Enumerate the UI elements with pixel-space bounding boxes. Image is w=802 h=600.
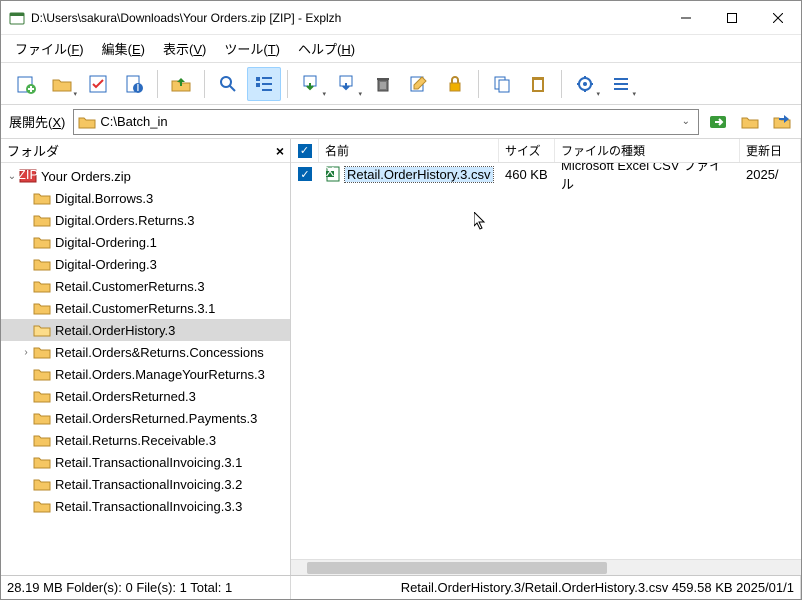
delete-button[interactable]: [366, 67, 400, 101]
tree-item[interactable]: Retail.TransactionalInvoicing.3.1: [1, 451, 290, 473]
tree-item[interactable]: Retail.OrdersReturned.Payments.3: [1, 407, 290, 429]
tree-view-button[interactable]: [247, 67, 281, 101]
scrollbar-thumb[interactable]: [307, 562, 607, 574]
maximize-button[interactable]: [709, 2, 755, 34]
copy-button[interactable]: [485, 67, 519, 101]
path-input[interactable]: [100, 114, 673, 129]
export-button[interactable]: [769, 109, 795, 135]
column-checkbox[interactable]: ✓: [291, 139, 319, 162]
folder-tree[interactable]: ⌄ZIPYour Orders.zipDigital.Borrows.3Digi…: [1, 163, 290, 575]
tree-item[interactable]: Retail.CustomerReturns.3: [1, 275, 290, 297]
folder-tree-panel: フォルダ × ⌄ZIPYour Orders.zipDigital.Borrow…: [1, 139, 291, 575]
menubar: ファイル(F) 編集(E) 表示(V) ツール(T) ヘルプ(H): [1, 35, 801, 63]
toolbar: ▾ i ▾ ▾ ▾ ▾: [1, 63, 801, 105]
file-modified: 2025/: [740, 163, 801, 185]
tree-root[interactable]: ⌄ZIPYour Orders.zip: [1, 165, 290, 187]
file-row[interactable]: ✓ X Retail.OrderHistory.3.csv 460 KB Micr…: [291, 163, 801, 185]
svg-text:i: i: [137, 79, 140, 94]
svg-text:X: X: [326, 166, 335, 179]
file-size: 460 KB: [499, 163, 555, 185]
toolbar-separator: [561, 70, 562, 98]
folder-icon: [78, 115, 96, 129]
tree-item[interactable]: Retail.Orders.ManageYourReturns.3: [1, 363, 290, 385]
toolbar-separator: [204, 70, 205, 98]
tree-item[interactable]: Retail.OrdersReturned.3: [1, 385, 290, 407]
extract-button[interactable]: ▾: [294, 67, 328, 101]
search-button[interactable]: [211, 67, 245, 101]
settings-button[interactable]: ▾: [568, 67, 602, 101]
menu-view[interactable]: 表示(V): [155, 35, 214, 62]
tree-item[interactable]: Retail.OrderHistory.3: [1, 319, 290, 341]
file-list-panel: ✓ 名前 サイズ ファイルの種類 更新日 ✓ X Retail.OrderHist…: [291, 139, 801, 575]
tree-item[interactable]: Retail.CustomerReturns.3.1: [1, 297, 290, 319]
pathbar: 展開先(X) ⌄: [1, 105, 801, 139]
tree-item[interactable]: ›Retail.Orders&Returns.Concessions: [1, 341, 290, 363]
menu-tool[interactable]: ツール(T): [216, 35, 288, 62]
window-title: D:\Users\sakura\Downloads\Your Orders.zi…: [31, 11, 663, 25]
toolbar-separator: [157, 70, 158, 98]
new-archive-button[interactable]: [9, 67, 43, 101]
path-field[interactable]: ⌄: [73, 109, 699, 135]
column-modified[interactable]: 更新日: [740, 139, 801, 162]
browse-button[interactable]: [737, 109, 763, 135]
folder-tree-title: フォルダ: [7, 141, 59, 160]
file-name: Retail.OrderHistory.3.csv: [345, 167, 493, 182]
open-button[interactable]: ▾: [45, 67, 79, 101]
tree-item[interactable]: Retail.TransactionalInvoicing.3.3: [1, 495, 290, 517]
file-type: Microsoft Excel CSV ファイル: [555, 163, 740, 185]
close-button[interactable]: [755, 2, 801, 34]
minimize-button[interactable]: [663, 2, 709, 34]
file-list-header: ✓ 名前 サイズ ファイルの種類 更新日: [291, 139, 801, 163]
file-list-rows[interactable]: ✓ X Retail.OrderHistory.3.csv 460 KB Micr…: [291, 163, 801, 559]
menu-help[interactable]: ヘルプ(H): [290, 35, 363, 62]
go-button[interactable]: [705, 109, 731, 135]
tree-item[interactable]: Digital-Ordering.3: [1, 253, 290, 275]
list-style-button[interactable]: ▾: [604, 67, 638, 101]
paste-button[interactable]: [521, 67, 555, 101]
titlebar: D:\Users\sakura\Downloads\Your Orders.zi…: [1, 1, 801, 35]
info-button[interactable]: i: [117, 67, 151, 101]
extract-here-button[interactable]: ▾: [330, 67, 364, 101]
svg-text:ZIP: ZIP: [19, 169, 37, 182]
column-name[interactable]: 名前: [319, 139, 499, 162]
column-size[interactable]: サイズ: [499, 139, 555, 162]
tree-item[interactable]: Retail.TransactionalInvoicing.3.2: [1, 473, 290, 495]
menu-file[interactable]: ファイル(F): [7, 35, 92, 62]
encrypt-button[interactable]: [438, 67, 472, 101]
statusbar: 28.19 MB Folder(s): 0 File(s): 1 Total: …: [1, 575, 801, 599]
path-dropdown[interactable]: ⌄: [678, 116, 694, 127]
status-left: 28.19 MB Folder(s): 0 File(s): 1 Total: …: [1, 576, 291, 599]
folder-tree-header: フォルダ ×: [1, 139, 290, 163]
toolbar-separator: [287, 70, 288, 98]
menu-edit[interactable]: 編集(E): [94, 35, 153, 62]
app-icon: [9, 10, 25, 26]
tree-item[interactable]: Digital.Orders.Returns.3: [1, 209, 290, 231]
up-folder-button[interactable]: [164, 67, 198, 101]
rename-button[interactable]: [402, 67, 436, 101]
row-checkbox[interactable]: ✓: [298, 167, 312, 181]
tree-item[interactable]: Retail.Returns.Receivable.3: [1, 429, 290, 451]
tree-item[interactable]: Digital-Ordering.1: [1, 231, 290, 253]
header-checkbox[interactable]: ✓: [298, 144, 312, 158]
folder-tree-close[interactable]: ×: [276, 143, 284, 159]
toolbar-separator: [478, 70, 479, 98]
test-button[interactable]: [81, 67, 115, 101]
horizontal-scrollbar[interactable]: [291, 559, 801, 575]
column-type[interactable]: ファイルの種類: [555, 139, 740, 162]
extract-destination-label: 展開先(X): [7, 112, 67, 131]
tree-item[interactable]: Digital.Borrows.3: [1, 187, 290, 209]
status-right: Retail.OrderHistory.3/Retail.OrderHistor…: [291, 576, 801, 599]
main-area: フォルダ × ⌄ZIPYour Orders.zipDigital.Borrow…: [1, 139, 801, 575]
